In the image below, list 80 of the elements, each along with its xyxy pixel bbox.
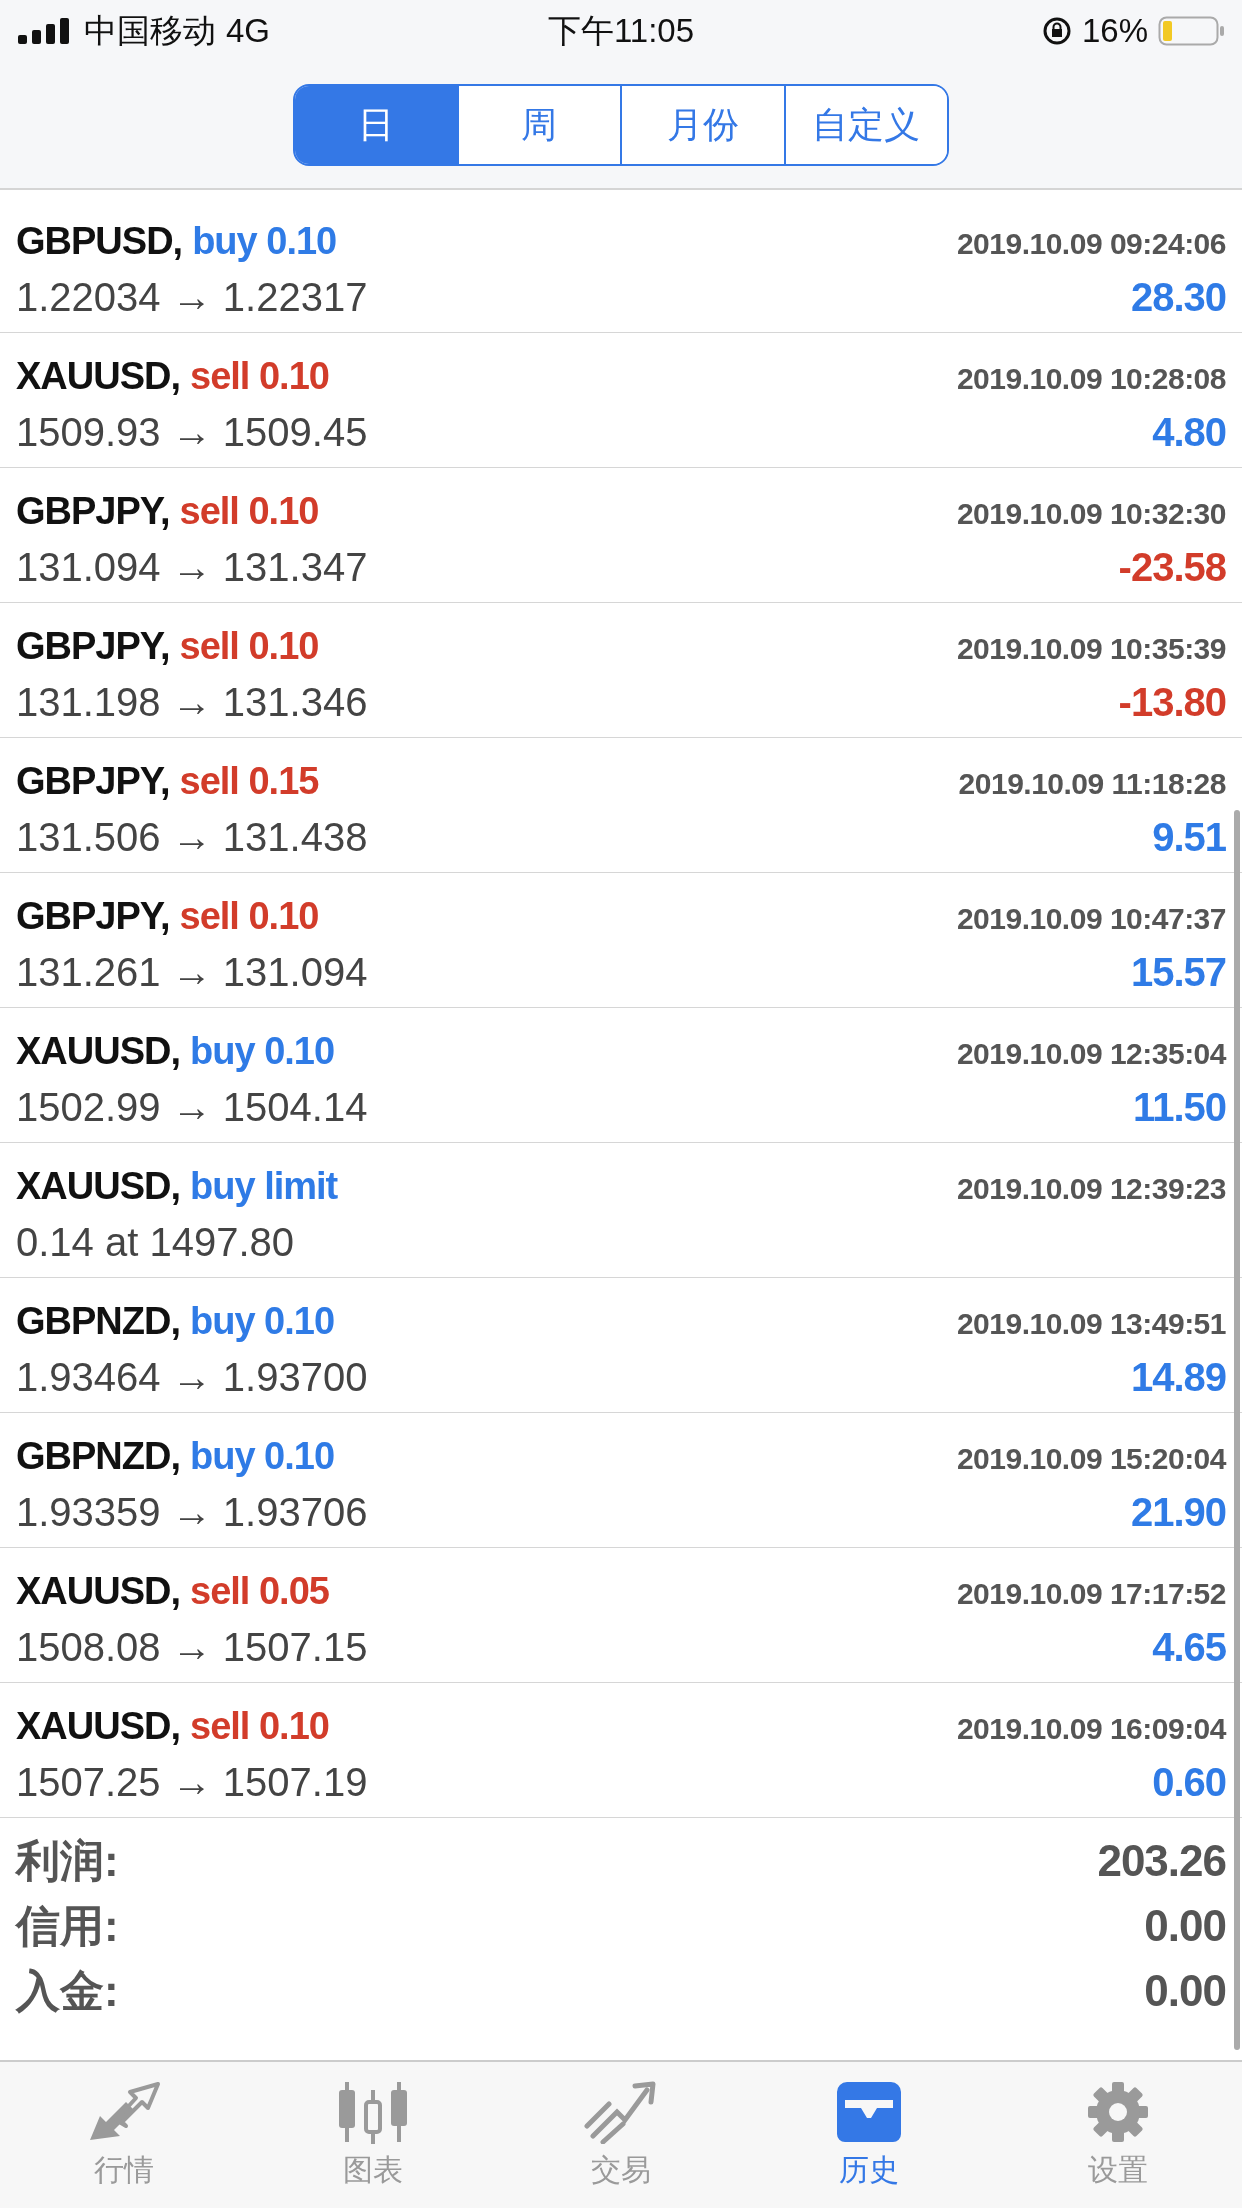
price-change: 131.506 → 131.438: [16, 815, 368, 860]
nav-tab[interactable]: 历史: [745, 2062, 994, 2208]
order-type: sell 0.15: [179, 760, 319, 803]
summary-value: 0.00: [1144, 1966, 1226, 2016]
summary-value: 0.00: [1144, 1901, 1226, 1951]
price-change: 1508.08 → 1507.15: [16, 1625, 368, 1670]
order-time: 2019.10.09 10:32:30: [956, 497, 1226, 531]
symbol: GBPNZD,: [16, 1435, 180, 1478]
order-time: 2019.10.09 16:09:04: [956, 1712, 1226, 1746]
battery-icon: [1158, 16, 1224, 46]
symbol: XAUUSD,: [16, 1705, 181, 1748]
profit: 0.60: [1152, 1760, 1226, 1805]
order-type: sell 0.10: [179, 625, 319, 668]
price-change: 1.22034 → 1.22317: [16, 275, 368, 320]
symbol: GBPJPY,: [16, 895, 170, 938]
period-tab[interactable]: 月份: [620, 86, 784, 164]
profit: 4.80: [1152, 410, 1226, 455]
symbol: XAUUSD,: [16, 1570, 181, 1613]
profit: 14.89: [1130, 1355, 1226, 1400]
order-type: buy 0.10: [190, 1030, 335, 1073]
profit: 28.30: [1130, 275, 1226, 320]
order-type: buy 0.10: [190, 1300, 335, 1343]
symbol: XAUUSD,: [16, 355, 181, 398]
symbol: GBPJPY,: [16, 625, 170, 668]
period-tab[interactable]: 日: [295, 86, 457, 164]
summary-label: 入金:: [16, 1965, 119, 2017]
nav-tab[interactable]: 图表: [248, 2062, 497, 2208]
profit: 9.51: [1152, 815, 1226, 860]
nav-tab[interactable]: 设置: [993, 2062, 1242, 2208]
profit: -23.58: [1118, 545, 1226, 590]
symbol: XAUUSD,: [16, 1030, 181, 1073]
price-change: 131.094 → 131.347: [16, 545, 368, 590]
profit: 4.65: [1152, 1625, 1226, 1670]
order-time: 2019.10.09 15:20:04: [956, 1442, 1226, 1476]
order-type: sell 0.10: [179, 490, 319, 533]
summary-label: 利润:: [16, 1835, 119, 1887]
nav-tab[interactable]: 交易: [496, 2062, 746, 2208]
price-change: 1.93359 → 1.93706: [16, 1490, 368, 1535]
order-time: 2019.10.09 17:17:52: [956, 1577, 1226, 1611]
order-time: 2019.10.09 10:28:08: [956, 362, 1226, 396]
order-type: sell 0.10: [179, 895, 319, 938]
price-change: 1509.93 → 1509.45: [16, 410, 368, 455]
order-type: sell 0.10: [190, 355, 329, 398]
order-time: 2019.10.09 12:35:04: [956, 1037, 1226, 1071]
symbol: GBPJPY,: [16, 490, 170, 533]
price-change: 131.261 → 131.094: [16, 950, 368, 995]
order-type: buy limit: [190, 1165, 338, 1208]
price-change: 131.198 → 131.346: [16, 680, 368, 725]
order-type: sell 0.10: [190, 1705, 329, 1748]
rotation-lock-icon: [1041, 16, 1072, 46]
summary-value: 203.26: [1097, 1836, 1226, 1886]
order-time: 2019.10.09 09:24:06: [956, 227, 1226, 261]
price-change: 0.14 at 1497.80: [16, 1220, 295, 1265]
order-time: 2019.10.09 10:35:39: [956, 632, 1226, 666]
symbol: GBPUSD,: [16, 220, 183, 263]
order-type: buy 0.10: [192, 220, 337, 263]
order-time: 2019.10.09 13:49:51: [956, 1307, 1226, 1341]
price-change: 1.93464 → 1.93700: [16, 1355, 368, 1400]
summary-label: 信用:: [16, 1900, 119, 1952]
profit: 21.90: [1130, 1490, 1226, 1535]
carrier-name: 中国移动: [84, 10, 216, 51]
profit: 11.50: [1133, 1085, 1226, 1130]
order-time: 2019.10.09 12:39:23: [956, 1172, 1226, 1206]
symbol: GBPNZD,: [16, 1300, 180, 1343]
order-time: 2019.10.09 11:18:28: [958, 767, 1226, 801]
symbol: XAUUSD,: [16, 1165, 181, 1208]
period-tab[interactable]: 自定义: [783, 86, 947, 164]
symbol: GBPJPY,: [16, 760, 170, 803]
profit: 15.57: [1130, 950, 1226, 995]
nav-tab[interactable]: 行情: [0, 2062, 249, 2208]
profit: -13.80: [1118, 680, 1226, 725]
price-change: 1502.99 → 1504.14: [16, 1085, 368, 1130]
period-tab[interactable]: 周: [456, 86, 620, 164]
clock: 下午11:05: [547, 10, 695, 51]
order-type: buy 0.10: [190, 1435, 335, 1478]
network-type: 4G: [226, 12, 271, 50]
order-time: 2019.10.09 10:47:37: [956, 902, 1226, 936]
price-change: 1507.25 → 1507.19: [16, 1760, 368, 1805]
battery-percent: 16%: [1081, 12, 1148, 50]
order-type: sell 0.05: [190, 1570, 329, 1613]
